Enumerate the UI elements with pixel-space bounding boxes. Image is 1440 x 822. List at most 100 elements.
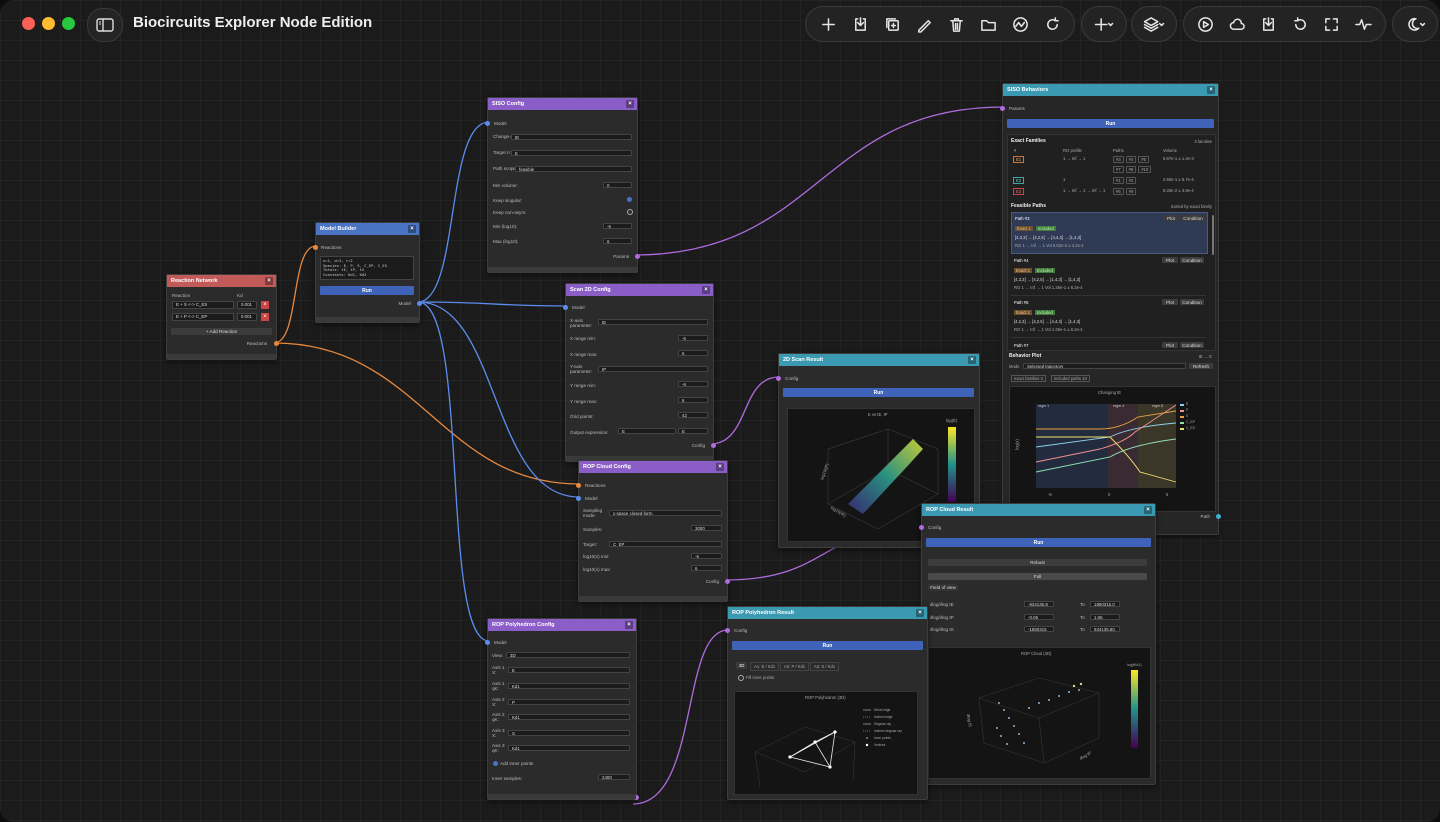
target-select[interactable]: E — [511, 150, 632, 156]
condition-button[interactable]: Condition — [1180, 299, 1204, 305]
output-port-model[interactable] — [417, 301, 422, 306]
close-icon[interactable]: × — [265, 277, 273, 285]
close-window-button[interactable] — [22, 17, 35, 30]
view-select[interactable]: 3D — [506, 652, 630, 658]
node-header[interactable]: 2D Scan Result × — [779, 354, 979, 366]
run-button[interactable]: Run — [926, 538, 1151, 547]
input-port-model[interactable] — [576, 496, 581, 501]
fov-to-input[interactable]: 1850315.0 — [1090, 601, 1120, 607]
node-resize-bar[interactable] — [316, 317, 419, 322]
full-button[interactable]: Full — [928, 573, 1147, 580]
run-button[interactable]: Run — [320, 286, 414, 295]
path-chip[interactable]: #6 — [1113, 188, 1124, 195]
close-icon[interactable]: × — [1207, 86, 1215, 94]
kd-input[interactable]: 0.001 — [237, 313, 257, 321]
duplicate-button[interactable] — [876, 7, 908, 41]
robust-button[interactable]: Robust — [928, 559, 1147, 566]
path-card[interactable]: Path #4 Plot Condition Exact 1 Included … — [1011, 255, 1206, 296]
path-chip[interactable]: #9 — [1125, 188, 1137, 195]
input-port-reactions[interactable] — [313, 245, 318, 250]
input-port-model[interactable] — [485, 121, 490, 126]
condition-button[interactable]: Condition — [1180, 342, 1204, 348]
input-port-config[interactable] — [725, 628, 730, 633]
keep-singular-checkbox[interactable] — [627, 197, 632, 202]
x-axis-select[interactable]: tE — [598, 319, 708, 325]
add-menu-button[interactable] — [1088, 7, 1120, 41]
path-chip[interactable]: #7 — [1113, 166, 1124, 173]
play-button[interactable] — [1190, 7, 1222, 41]
target-select[interactable]: C_EP — [609, 541, 722, 547]
path-chip[interactable]: #8 — [1125, 166, 1137, 173]
path-chip[interactable]: #1 — [1113, 177, 1124, 184]
samples-input[interactable]: 3000 — [691, 525, 722, 531]
plot-button[interactable]: Plot — [1162, 257, 1178, 263]
family-badge[interactable]: E1 — [1013, 156, 1025, 163]
output-expression-input[interactable]: E — [618, 428, 676, 434]
path-scope-select[interactable]: feasible — [515, 166, 632, 172]
tab-3d[interactable]: 3D — [736, 662, 748, 669]
close-icon[interactable]: × — [916, 609, 924, 617]
y-min-input[interactable]: -6 — [678, 381, 708, 387]
inner-samples-input[interactable]: 2400 — [598, 774, 630, 780]
input-port-model[interactable] — [485, 640, 490, 645]
siso-config-node[interactable]: SISO Config × Model Change qK: tE Target … — [485, 97, 640, 273]
tab-axis3[interactable]: A3: S / Kd1 — [810, 662, 840, 671]
input-port-config[interactable] — [776, 376, 781, 381]
axis3-constant-select[interactable]: Kd1 — [508, 745, 630, 751]
y-max-input[interactable]: 6 — [678, 397, 708, 403]
import-button[interactable] — [844, 7, 876, 41]
cloud-button[interactable] — [1222, 7, 1254, 41]
rop-cloud-config-node[interactable]: ROP Cloud Config × Reactions Model Sampli… — [576, 460, 730, 602]
run-button[interactable]: Run — [783, 388, 974, 397]
input-port-config[interactable] — [919, 525, 924, 530]
rop-polyhedron-config-node[interactable]: ROP Polyhedron Config × Model View: 3D Ax… — [485, 618, 639, 800]
path-chip[interactable]: #4 — [1125, 156, 1137, 163]
refresh-button[interactable]: Refresh — [1189, 363, 1213, 369]
fov-from-input[interactable]: -934135.8 — [1024, 601, 1054, 607]
fullscreen-button[interactable] — [1316, 7, 1348, 41]
max-log-input[interactable]: 6 — [603, 238, 632, 244]
rop-cloud-plot[interactable]: ROP Cloud (3D) log(tKd1) ∂log tS ∂log tP — [928, 647, 1151, 779]
min-volume-input[interactable]: 0 — [603, 182, 632, 188]
kd-input[interactable]: 0.001 — [237, 301, 257, 309]
axis2-species-select[interactable]: P — [508, 699, 630, 705]
close-icon[interactable]: × — [625, 621, 633, 629]
rop-polyhedron-result-node[interactable]: ROP Polyhedron Result × Config Run 3D A1:… — [725, 606, 928, 800]
output-port-path[interactable] — [1216, 514, 1221, 519]
add-node-button[interactable] — [812, 7, 844, 41]
rop-polyhedron-plot[interactable]: ROP Polyhedron (3D) Direct edge Indirect… — [734, 691, 918, 795]
output-port-config[interactable] — [725, 579, 730, 584]
node-header[interactable]: SISO Behaviors × — [1003, 84, 1218, 96]
behaviors-panel[interactable]: Exact Families 3 families # RO profile P… — [1007, 134, 1216, 351]
min-log-input[interactable]: -6 — [603, 223, 632, 229]
scan2d-config-node[interactable]: Scan 2D Config × Model X-axis parameter: … — [563, 283, 716, 462]
run-button[interactable]: Run — [732, 641, 923, 650]
download-button[interactable] — [1253, 7, 1285, 41]
node-resize-bar[interactable] — [488, 794, 636, 799]
axis1-species-select[interactable]: E — [508, 667, 630, 673]
node-resize-bar[interactable] — [488, 267, 637, 272]
output-port-reactions[interactable] — [274, 341, 279, 346]
node-resize-bar[interactable] — [579, 596, 727, 601]
filter-chip[interactable]: exact families 3 — [1011, 375, 1046, 382]
fill-inner-points-checkbox[interactable] — [738, 675, 744, 681]
close-icon[interactable]: × — [626, 100, 634, 108]
model-builder-node[interactable]: Model Builder × Reactions n=1, d=3, r=2 S… — [313, 222, 422, 323]
reaction-input[interactable]: E + S <-> C_ES — [172, 301, 234, 309]
add-inner-points-checkbox[interactable] — [493, 761, 498, 766]
chart-button[interactable] — [1004, 7, 1036, 41]
undo-button[interactable] — [1285, 7, 1317, 41]
input-port-model[interactable] — [563, 305, 568, 310]
change-select[interactable]: tE — [511, 134, 632, 140]
remove-reaction-button[interactable]: × — [261, 313, 269, 321]
behavior-plot[interactable]: Changing tE regm 1 regm 4 regm 8 log(x) … — [1009, 386, 1216, 512]
fov-to-input[interactable]: 1.06 — [1090, 614, 1120, 620]
input-port-params[interactable] — [1000, 106, 1005, 111]
refresh-button[interactable] — [1036, 7, 1068, 41]
path-chip[interactable]: #3 — [1113, 156, 1124, 163]
log-min-input[interactable]: -6 — [691, 553, 722, 559]
mode-select[interactable]: Selected trajectory — [1023, 363, 1186, 369]
node-header[interactable]: ROP Polyhedron Result × — [728, 607, 927, 619]
input-port-reactions[interactable] — [576, 483, 581, 488]
x-min-input[interactable]: -6 — [678, 335, 708, 341]
